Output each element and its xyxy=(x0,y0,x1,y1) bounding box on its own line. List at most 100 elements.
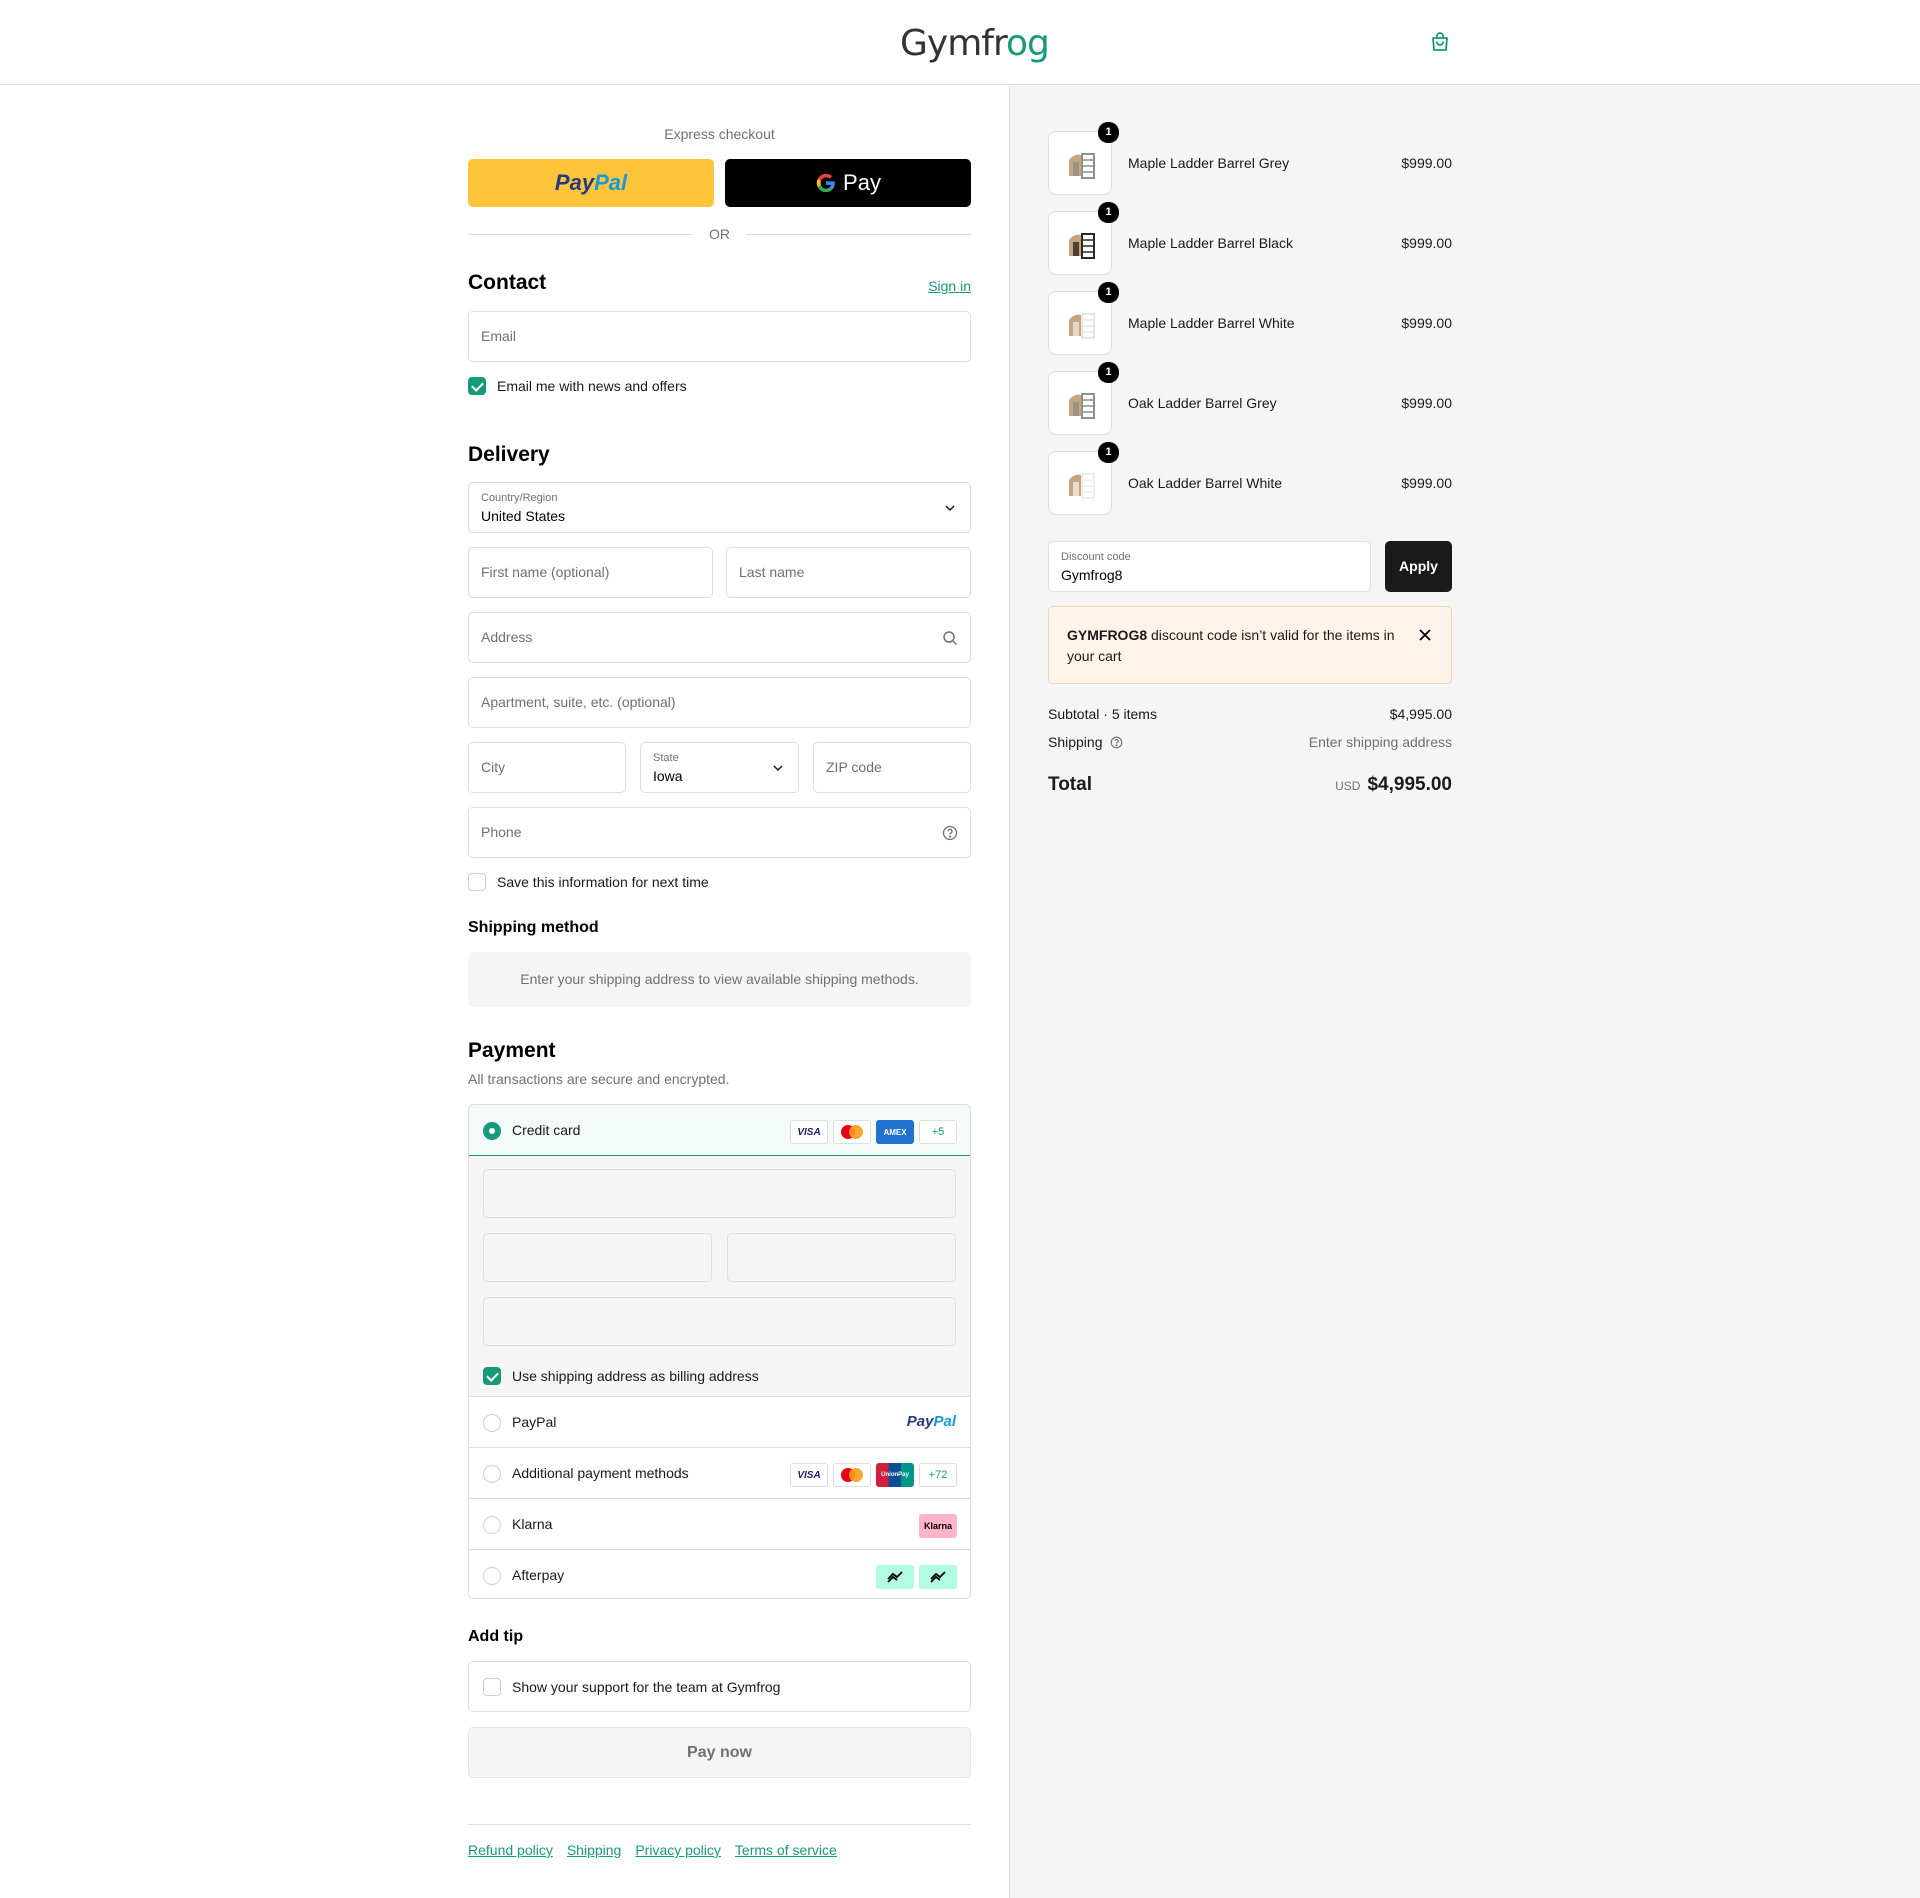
footer-divider xyxy=(468,1824,971,1825)
cart-item: 1 Maple Ladder Barrel White $999.00 xyxy=(1048,282,1452,355)
cart-item: 1 Maple Ladder Barrel Grey $999.00 xyxy=(1048,122,1452,195)
apartment-field[interactable]: Apartment, suite, etc. (optional) xyxy=(468,677,971,728)
unionpay-icon: UnionPay xyxy=(876,1463,914,1487)
shipping-method-notice: Enter your shipping address to view avai… xyxy=(468,952,971,1007)
order-summary-panel xyxy=(1009,86,1920,1898)
payment-option-paypal[interactable]: PayPal PayPal xyxy=(469,1397,970,1448)
subtotal-row: Subtotal · 5 items $4,995.00 xyxy=(1048,706,1452,722)
shipping-method-title: Shipping method xyxy=(468,919,599,936)
expiration-date-field[interactable] xyxy=(483,1233,712,1282)
shipping-policy-link[interactable]: Shipping xyxy=(567,1842,622,1858)
sign-in-link[interactable]: Sign in xyxy=(928,278,971,294)
product-price: $999.00 xyxy=(1401,395,1452,411)
help-circle-icon[interactable] xyxy=(942,825,958,841)
klarna-radio[interactable] xyxy=(483,1516,501,1534)
email-field[interactable]: Email xyxy=(468,311,971,362)
cart-item: 1 Oak Ladder Barrel White $999.00 xyxy=(1048,442,1452,515)
payment-methods: Credit card VISA AMEX +5 Use shipping ad… xyxy=(468,1104,971,1599)
search-icon xyxy=(943,631,958,646)
city-field[interactable]: City xyxy=(468,742,626,793)
header: Gymfrog xyxy=(0,0,1920,85)
product-price: $999.00 xyxy=(1401,155,1452,171)
afterpay-icon xyxy=(919,1565,957,1589)
shopping-bag-icon[interactable] xyxy=(1428,30,1452,54)
mastercard-icon xyxy=(833,1120,871,1144)
tip-checkbox[interactable] xyxy=(483,1678,501,1696)
product-name: Oak Ladder Barrel White xyxy=(1128,475,1283,491)
tip-option[interactable]: Show your support for the team at Gymfro… xyxy=(468,1661,971,1712)
billing-address-checkbox[interactable] xyxy=(483,1367,501,1385)
news-offers-label: Email me with news and offers xyxy=(497,378,687,394)
amex-icon: AMEX xyxy=(876,1120,914,1144)
refund-policy-link[interactable]: Refund policy xyxy=(468,1842,553,1858)
payment-option-credit-card[interactable]: Credit card VISA AMEX +5 xyxy=(469,1105,970,1156)
more-cards-badge: +5 xyxy=(919,1120,957,1144)
product-price: $999.00 xyxy=(1401,235,1452,251)
cart-item: 1 Maple Ladder Barrel Black $999.00 xyxy=(1048,202,1452,275)
product-name: Maple Ladder Barrel White xyxy=(1128,315,1295,331)
total-row: Total USD $4,995.00 xyxy=(1048,774,1452,795)
payment-title: Payment xyxy=(468,1039,556,1062)
country-select[interactable]: Country/Region United States xyxy=(468,482,971,533)
shipping-row: Shipping Enter shipping address xyxy=(1048,734,1452,750)
discount-error-alert: GYMFROG8 discount code isn’t valid for t… xyxy=(1048,606,1452,684)
add-tip-title: Add tip xyxy=(468,1628,524,1645)
google-pay-button[interactable]: Pay xyxy=(725,159,971,207)
credit-card-radio[interactable] xyxy=(483,1122,501,1140)
more-methods-badge: +72 xyxy=(919,1463,957,1487)
delivery-title: Delivery xyxy=(468,443,550,466)
visa-icon: VISA xyxy=(790,1463,828,1487)
credit-card-form: Use shipping address as billing address xyxy=(469,1156,970,1397)
paypal-logo: PayPal xyxy=(906,1413,956,1430)
discount-code-field[interactable]: Discount code Gymfrog8 xyxy=(1048,541,1371,592)
product-name: Oak Ladder Barrel Grey xyxy=(1128,395,1277,411)
product-name: Maple Ladder Barrel Grey xyxy=(1128,155,1290,171)
or-divider: OR xyxy=(468,224,971,244)
cart-item: 1 Oak Ladder Barrel Grey $999.00 xyxy=(1048,362,1452,435)
pay-now-button[interactable]: Pay now xyxy=(468,1727,971,1778)
first-name-field[interactable]: First name (optional) xyxy=(468,547,713,598)
additional-methods-radio[interactable] xyxy=(483,1465,501,1483)
help-circle-icon[interactable] xyxy=(1110,736,1123,749)
billing-address-label: Use shipping address as billing address xyxy=(512,1368,759,1384)
paypal-radio[interactable] xyxy=(483,1414,501,1432)
chevron-down-icon xyxy=(773,765,783,772)
klarna-icon: Klarna xyxy=(919,1514,957,1538)
address-field[interactable]: Address xyxy=(468,612,971,663)
google-g-icon xyxy=(816,173,835,193)
mastercard-icon xyxy=(833,1463,871,1487)
visa-icon: VISA xyxy=(790,1120,828,1144)
payment-option-afterpay[interactable]: Afterpay xyxy=(469,1550,970,1598)
quantity-badge: 1 xyxy=(1098,362,1119,383)
zip-field[interactable]: ZIP code xyxy=(813,742,971,793)
product-price: $999.00 xyxy=(1401,475,1452,491)
name-on-card-field[interactable] xyxy=(483,1297,956,1346)
quantity-badge: 1 xyxy=(1098,202,1119,223)
save-info-checkbox[interactable] xyxy=(468,873,486,891)
privacy-policy-link[interactable]: Privacy policy xyxy=(635,1842,721,1858)
tip-label: Show your support for the team at Gymfro… xyxy=(512,1679,781,1695)
last-name-field[interactable]: Last name xyxy=(726,547,971,598)
quantity-badge: 1 xyxy=(1098,282,1119,303)
news-offers-checkbox[interactable] xyxy=(468,377,486,395)
express-checkout-title: Express checkout xyxy=(664,126,775,142)
terms-of-service-link[interactable]: Terms of service xyxy=(735,1842,837,1858)
state-select[interactable]: State Iowa xyxy=(640,742,799,793)
quantity-badge: 1 xyxy=(1098,122,1119,143)
afterpay-radio[interactable] xyxy=(483,1567,501,1585)
product-name: Maple Ladder Barrel Black xyxy=(1128,235,1293,251)
payment-option-klarna[interactable]: Klarna Klarna xyxy=(469,1499,970,1550)
security-code-field[interactable] xyxy=(727,1233,956,1282)
phone-field[interactable]: Phone xyxy=(468,807,971,858)
save-info-label: Save this information for next time xyxy=(497,874,709,890)
paypal-express-button[interactable]: Pay Pal xyxy=(468,159,714,207)
payment-subtitle: All transactions are secure and encrypte… xyxy=(468,1071,730,1087)
payment-option-additional[interactable]: Additional payment methods VISA UnionPay… xyxy=(469,1448,970,1499)
afterpay-icon xyxy=(876,1565,914,1589)
card-number-field[interactable] xyxy=(483,1169,956,1218)
close-icon[interactable] xyxy=(1417,627,1433,643)
chevron-down-icon xyxy=(945,505,955,512)
product-price: $999.00 xyxy=(1401,315,1452,331)
gymfrog-logo[interactable]: Gymfrog xyxy=(900,18,1050,68)
apply-discount-button[interactable]: Apply xyxy=(1385,541,1452,592)
